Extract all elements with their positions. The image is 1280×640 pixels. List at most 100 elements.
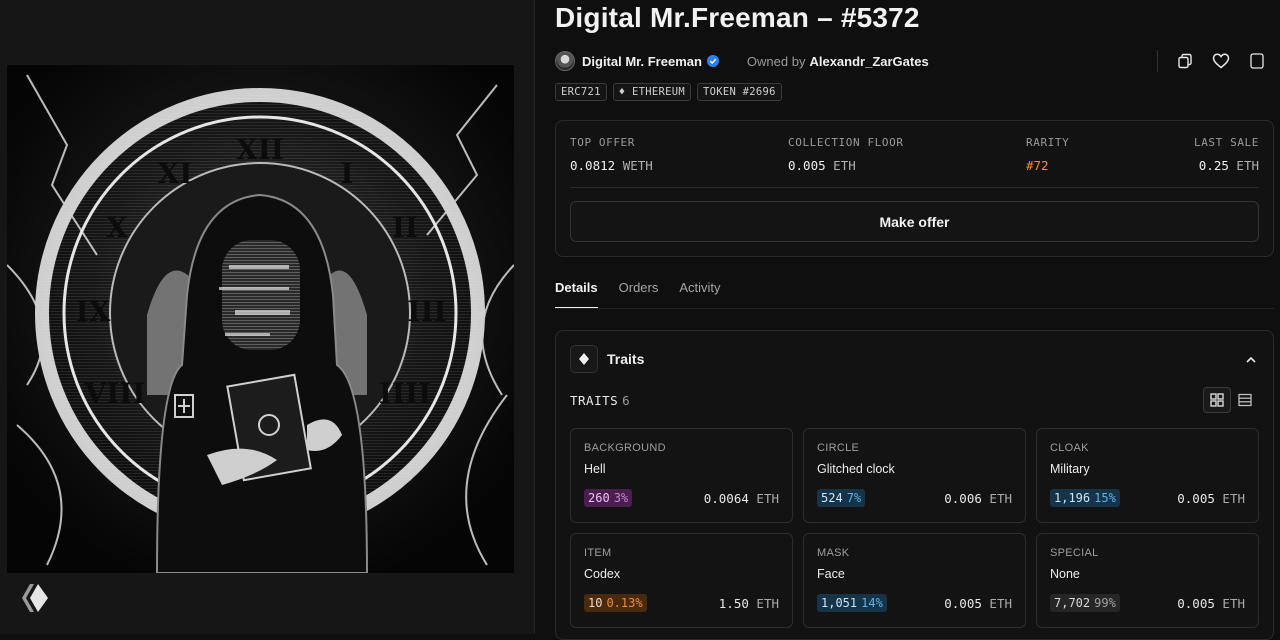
collection-floor-stat: COLLECTION FLOOR 0.005 ETH — [788, 136, 904, 173]
trait-floor-price: 0.005 ETH — [1177, 490, 1245, 506]
trait-type: BACKGROUND — [584, 442, 666, 454]
header-actions — [1157, 48, 1280, 74]
svg-text:XII: XII — [236, 133, 284, 166]
trait-type: CLOAK — [1050, 442, 1089, 454]
owned-by-label: Owned by — [746, 53, 806, 69]
price-stats-card: TOP OFFER 0.0812 WETH COLLECTION FLOOR 0… — [555, 120, 1274, 257]
verified-badge-icon — [706, 55, 719, 67]
trait-footer: 10 0.13% 1.50 ETH — [584, 594, 779, 612]
trait-footer: 7,702 99% 0.005 ETH — [1050, 594, 1245, 612]
trait-value: Glitched clock — [817, 462, 895, 476]
trait-floor-price: 0.005 ETH — [1177, 595, 1245, 611]
tab-details[interactable]: Details — [555, 280, 598, 309]
trait-value: Face — [817, 567, 845, 581]
svg-text:XI: XI — [158, 157, 193, 190]
tab-activity[interactable]: Activity — [679, 280, 720, 309]
trait-percent: 0.13% — [606, 596, 643, 610]
trait-count: 7,702 — [1054, 596, 1091, 610]
trait-percent: 99% — [1094, 596, 1116, 610]
trait-percent: 3% — [613, 491, 629, 505]
trait-card[interactable]: MASK Face 1,051 14% 0.005 ETH — [803, 533, 1026, 628]
collection-floor-label: COLLECTION FLOOR — [788, 136, 904, 149]
trait-card[interactable]: CIRCLE Glitched clock 524 7% 0.006 ETH — [803, 428, 1026, 523]
chevron-up-icon[interactable] — [1245, 351, 1257, 369]
make-offer-button[interactable]: Make offer — [570, 201, 1259, 242]
detail-tabs: Details Orders Activity — [555, 280, 742, 309]
view-toggle — [1203, 387, 1259, 413]
svg-text:III: III — [407, 295, 446, 328]
trait-rarity-pill: 1,196 15% — [1050, 489, 1120, 507]
rarity-stat: RARITY #72 — [1026, 136, 1069, 173]
trait-value: None — [1050, 567, 1080, 581]
traits-card: Traits TRAITS 6 BACKGROUND Hell 260 3% 0.0064… — [555, 330, 1274, 640]
trait-type: SPECIAL — [1050, 547, 1099, 559]
token-id-badge: TOKEN #2696 — [696, 83, 782, 101]
heart-icon[interactable] — [1208, 48, 1234, 74]
diamond-icon — [570, 345, 598, 373]
tabs-divider — [555, 308, 1274, 309]
trait-rarity-pill: 524 7% — [817, 489, 866, 507]
trait-floor-price: 1.50 ETH — [718, 595, 779, 611]
grid-view-icon[interactable] — [1203, 387, 1231, 413]
traits-header[interactable]: Traits — [570, 345, 644, 373]
trait-card[interactable]: BACKGROUND Hell 260 3% 0.0064 ETH — [570, 428, 793, 523]
trait-value: Hell — [584, 462, 606, 476]
trait-rarity-pill: 260 3% — [584, 489, 633, 507]
trait-floor-price: 0.0064 ETH — [703, 490, 779, 506]
list-view-icon[interactable] — [1231, 387, 1259, 413]
svg-text:IIII: IIII — [379, 377, 431, 410]
last-sale-value: 0.25 ETH — [1198, 158, 1259, 173]
top-offer-stat: TOP OFFER 0.0812 WETH — [570, 136, 653, 173]
divider — [570, 187, 1259, 188]
trait-card[interactable]: ITEM Codex 10 0.13% 1.50 ETH — [570, 533, 793, 628]
copy-icon[interactable] — [1172, 48, 1198, 74]
trait-percent: 15% — [1094, 491, 1116, 505]
nft-artwork-image[interactable]: XII I II III IIII VIII IX X XI — [7, 65, 514, 573]
trait-count: 10 — [588, 596, 603, 610]
trait-count: 1,051 — [821, 596, 858, 610]
token-badges: ERC721 ♦ ETHEREUM TOKEN #2696 — [555, 83, 782, 101]
trait-footer: 1,051 14% 0.005 ETH — [817, 594, 1012, 612]
tab-orders[interactable]: Orders — [619, 280, 659, 309]
artwork-panel: XII I II III IIII VIII IX X XI — [0, 0, 535, 634]
last-sale-stat: LAST SALE 0.25 ETH — [1194, 136, 1259, 173]
top-offer-value: 0.0812 WETH — [570, 158, 653, 173]
last-sale-label: LAST SALE — [1193, 136, 1259, 149]
trait-rarity-pill: 10 0.13% — [584, 594, 647, 612]
trait-card[interactable]: SPECIAL None 7,702 99% 0.005 ETH — [1036, 533, 1259, 628]
trait-count: 524 — [821, 491, 843, 505]
details-panel: Digital Mr.Freeman – #5372 Digital Mr. F… — [535, 0, 1280, 640]
svg-text:X: X — [106, 211, 128, 244]
trait-floor-price: 0.005 ETH — [944, 595, 1012, 611]
traits-title: Traits — [607, 351, 645, 367]
owner-name-link[interactable]: Alexandr_ZarGates — [809, 54, 928, 69]
svg-text:IX: IX — [76, 295, 111, 328]
svg-text:II: II — [392, 211, 418, 244]
trait-value: Military — [1050, 462, 1090, 476]
trait-count: 1,196 — [1054, 491, 1091, 505]
trait-floor-price: 0.006 ETH — [944, 490, 1012, 506]
trait-footer: 524 7% 0.006 ETH — [817, 489, 1012, 507]
traits-count: TRAITS 6 — [570, 393, 631, 408]
rarity-label: RARITY — [1026, 136, 1070, 149]
svg-text:I: I — [340, 157, 353, 190]
rarity-value[interactable]: #72 — [1026, 158, 1069, 173]
trait-percent: 7% — [846, 491, 862, 505]
trait-card[interactable]: CLOAK Military 1,196 15% 0.005 ETH — [1036, 428, 1259, 523]
trait-footer: 260 3% 0.0064 ETH — [584, 489, 779, 507]
creator-name-link[interactable]: Digital Mr. Freeman — [582, 54, 702, 69]
chain-badge: ♦ ETHEREUM — [612, 83, 691, 101]
standard-badge: ERC721 — [555, 83, 607, 101]
trait-rarity-pill: 7,702 99% — [1050, 594, 1120, 612]
trait-type: ITEM — [584, 547, 612, 559]
creator-avatar[interactable] — [555, 51, 575, 71]
trait-footer: 1,196 15% 0.005 ETH — [1050, 489, 1245, 507]
svg-text:VIII: VIII — [83, 377, 145, 410]
trait-count: 260 — [588, 491, 610, 505]
collection-floor-value: 0.005 ETH — [788, 158, 856, 173]
top-offer-label: TOP OFFER — [570, 136, 636, 149]
more-icon[interactable] — [1244, 48, 1270, 74]
traits-grid: BACKGROUND Hell 260 3% 0.0064 ETH CIRCLE Glitc… — [570, 428, 1259, 628]
trait-percent: 14% — [861, 596, 883, 610]
nft-title: Digital Mr.Freeman – #5372 — [555, 2, 920, 33]
